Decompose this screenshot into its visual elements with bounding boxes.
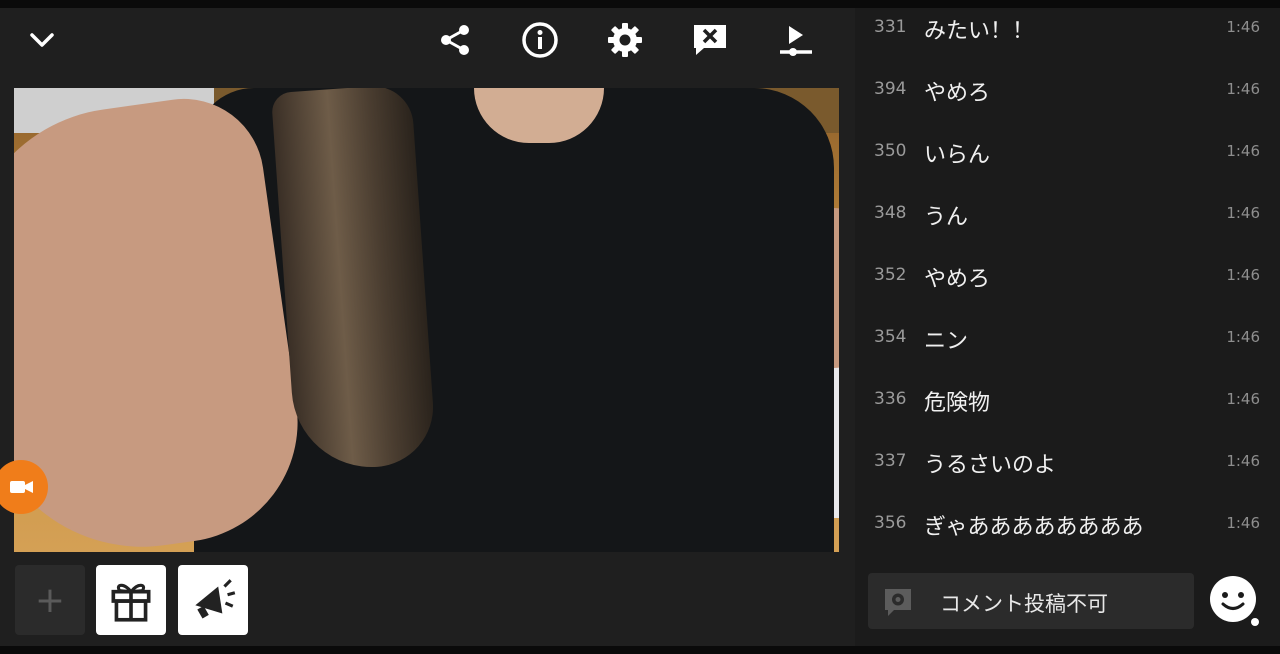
comment-time: 1:46 bbox=[1226, 514, 1260, 532]
comment-time: 1:46 bbox=[1226, 80, 1260, 98]
share-button[interactable] bbox=[433, 18, 477, 62]
comment-time: 1:46 bbox=[1226, 204, 1260, 222]
comment-item[interactable]: 354 ニン 1:46 bbox=[855, 318, 1280, 358]
comment-item[interactable]: 352 やめろ 1:46 bbox=[855, 256, 1280, 296]
player-panel: + bbox=[0, 8, 855, 646]
comment-placeholder: コメント投稿不可 bbox=[940, 592, 1108, 616]
comment-number: 331 bbox=[874, 17, 907, 37]
comment-text: うん bbox=[924, 205, 969, 230]
comment-time: 1:46 bbox=[1226, 390, 1260, 408]
comment-number: 348 bbox=[874, 203, 907, 223]
comment-text: うるさいのよ bbox=[924, 453, 1057, 478]
comment-time: 1:46 bbox=[1226, 452, 1260, 470]
comment-number: 394 bbox=[874, 79, 907, 99]
add-button[interactable]: + bbox=[15, 565, 85, 635]
playlist-button[interactable] bbox=[774, 18, 818, 62]
settings-button[interactable] bbox=[603, 18, 647, 62]
hide-comments-button[interactable] bbox=[688, 18, 732, 62]
collapse-button[interactable] bbox=[20, 18, 64, 62]
gift-icon bbox=[111, 583, 151, 622]
comment-text: ニン bbox=[924, 329, 969, 354]
comment-item[interactable]: 394 やめろ 1:46 bbox=[855, 70, 1280, 110]
comment-settings-icon bbox=[885, 589, 911, 616]
share-icon bbox=[441, 25, 469, 55]
comment-number: 336 bbox=[874, 389, 907, 409]
comment-item[interactable]: 350 いらん 1:46 bbox=[855, 132, 1280, 172]
gift-button[interactable] bbox=[96, 565, 166, 635]
comment-text: みたい！！ bbox=[924, 19, 1035, 44]
megaphone-button[interactable] bbox=[178, 565, 248, 635]
comment-item[interactable]: 331 みたい！！ 1:46 bbox=[855, 8, 1280, 48]
top-strip bbox=[0, 0, 1280, 8]
comment-number: 350 bbox=[874, 141, 907, 161]
comment-number: 337 bbox=[874, 451, 907, 471]
megaphone-icon bbox=[195, 579, 236, 619]
video-camera-icon bbox=[10, 481, 33, 493]
comment-text: やめろ bbox=[924, 267, 991, 292]
comment-number: 354 bbox=[874, 327, 907, 347]
comment-text: いらん bbox=[924, 143, 991, 168]
smiley-icon bbox=[1210, 576, 1259, 626]
comment-panel: 331 みたい！！ 1:46 394 やめろ 1:46 350 いらん 1:46… bbox=[855, 8, 1280, 646]
video-player[interactable] bbox=[14, 88, 839, 552]
comment-hide-icon bbox=[694, 25, 726, 55]
info-button[interactable] bbox=[518, 18, 562, 62]
comment-number: 352 bbox=[874, 265, 907, 285]
gear-icon bbox=[608, 23, 642, 57]
comment-time: 1:46 bbox=[1226, 266, 1260, 284]
comment-number: 356 bbox=[874, 513, 907, 533]
comment-time: 1:46 bbox=[1226, 328, 1260, 346]
comment-item[interactable]: 336 危険物 1:46 bbox=[855, 380, 1280, 420]
playlist-icon bbox=[780, 26, 812, 56]
plus-icon: + bbox=[34, 579, 66, 621]
comment-item[interactable]: 337 うるさいのよ 1:46 bbox=[855, 442, 1280, 482]
comment-text: ぎゃああああああああ bbox=[924, 515, 1144, 540]
comment-input[interactable]: コメント投稿不可 bbox=[868, 573, 1194, 629]
chevron-down-icon bbox=[30, 33, 54, 47]
bottom-strip bbox=[0, 646, 1280, 654]
emoji-button[interactable] bbox=[1209, 575, 1261, 627]
comment-text: やめろ bbox=[924, 81, 991, 106]
comment-time: 1:46 bbox=[1226, 142, 1260, 160]
comment-item[interactable]: 356 ぎゃああああああああ 1:46 bbox=[855, 504, 1280, 544]
info-icon bbox=[522, 22, 558, 58]
comment-time: 1:46 bbox=[1226, 18, 1260, 36]
comment-text: 危険物 bbox=[924, 391, 991, 416]
comment-item[interactable]: 348 うん 1:46 bbox=[855, 194, 1280, 234]
